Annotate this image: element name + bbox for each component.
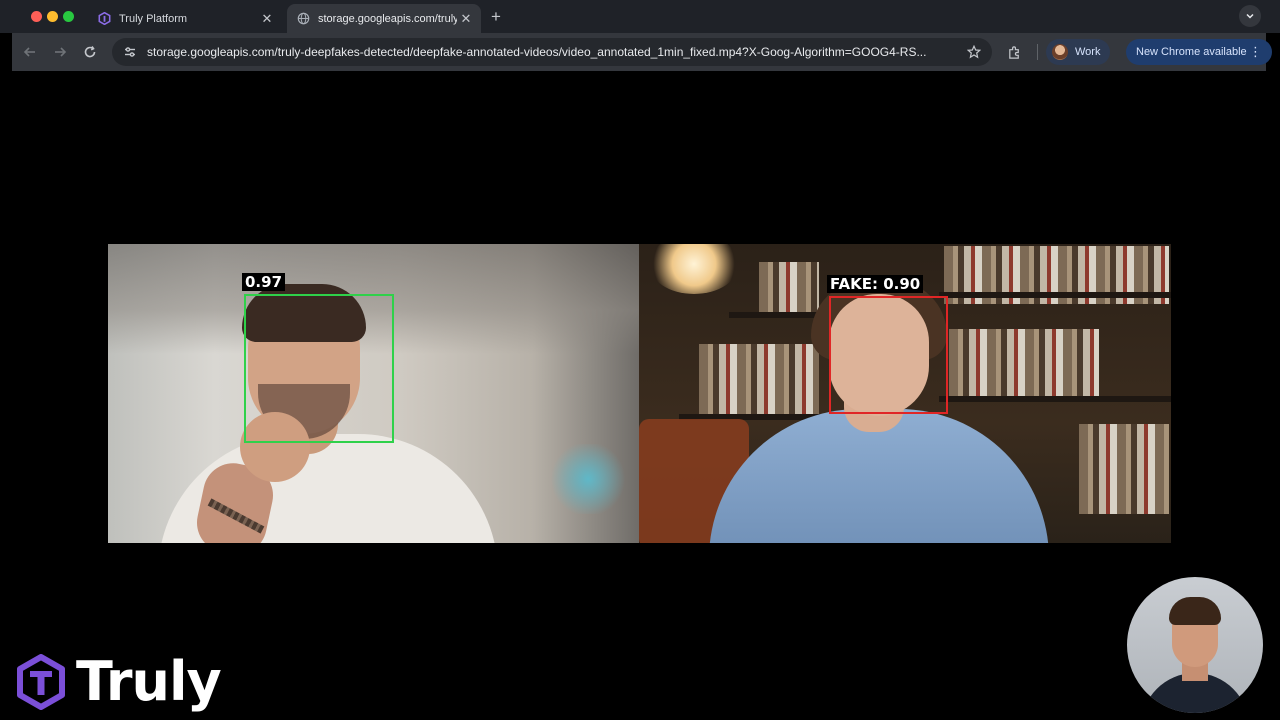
site-info-icon[interactable] [117,42,143,62]
truly-hex-icon [17,654,65,710]
background-blur [548,444,628,514]
new-chrome-available-button[interactable]: New Chrome available ⋮ [1126,39,1272,65]
detection-fake-label: FAKE: 0.90 [827,275,924,293]
tab-strip: Truly Platform ✕ storage.googleapis.com/… [0,0,1280,33]
bookmark-star-icon[interactable] [962,40,986,64]
avatar [1052,44,1068,60]
tab-title: Truly Platform [119,12,188,25]
bookshelf-shelf [939,396,1171,402]
video-viewport[interactable]: 0.97 FAKE: 0.90 [12,71,1266,720]
bookshelf-books [1079,424,1169,514]
forward-button[interactable] [50,42,70,62]
minimize-window-button[interactable] [47,11,58,22]
chevron-down-icon [1246,13,1254,19]
extensions-puzzle-icon[interactable] [1004,42,1024,62]
reload-button[interactable] [80,42,100,62]
profile-button[interactable]: Work [1046,39,1111,65]
face-detection-box-fake [829,296,948,414]
close-window-button[interactable] [31,11,42,22]
logo-text: Truly [76,650,222,713]
browser-toolbar: storage.googleapis.com/truly-deepfakes-d… [12,33,1272,71]
browser-window: Truly Platform ✕ storage.googleapis.com/… [0,0,1280,720]
arrow-right-icon [55,47,67,57]
back-button[interactable] [20,42,40,62]
more-vertical-icon[interactable]: ⋮ [1249,44,1262,60]
bookshelf-books [699,344,819,414]
tab-truly-platform[interactable]: Truly Platform ✕ [86,4,282,33]
arrow-left-icon [23,47,35,57]
new-tab-button[interactable]: + [486,7,506,27]
bookshelf-books [949,329,1099,399]
toolbar-divider [1037,44,1038,60]
tab-title: storage.googleapis.com/truly [318,12,457,25]
video-participant-left: 0.97 [108,244,639,543]
presenter-hair [1169,597,1221,625]
maximize-window-button[interactable] [63,11,74,22]
tab-search-button[interactable] [1239,5,1261,27]
bookshelf-books [759,262,819,314]
reload-icon [84,46,96,58]
update-label: New Chrome available [1136,46,1247,58]
address-bar[interactable]: storage.googleapis.com/truly-deepfakes-d… [112,38,992,66]
bookshelf-shelf [939,292,1171,298]
globe-icon [296,12,310,26]
presenter-webcam [1127,577,1263,713]
detection-score-label: 0.97 [242,273,286,291]
url-text[interactable]: storage.googleapis.com/truly-deepfakes-d… [143,45,962,59]
truly-hex-icon [97,12,111,26]
truly-logo: Truly [16,650,222,713]
profile-label: Work [1075,46,1101,58]
lamp-glow [649,244,739,294]
face-detection-box-real [244,294,394,443]
annotated-video-frame[interactable]: 0.97 FAKE: 0.90 [108,244,1171,543]
close-tab-icon[interactable]: ✕ [258,10,276,28]
close-tab-icon[interactable]: ✕ [457,10,475,28]
video-participant-right: FAKE: 0.90 [639,244,1171,543]
tab-storage[interactable]: storage.googleapis.com/truly ✕ [287,4,481,33]
